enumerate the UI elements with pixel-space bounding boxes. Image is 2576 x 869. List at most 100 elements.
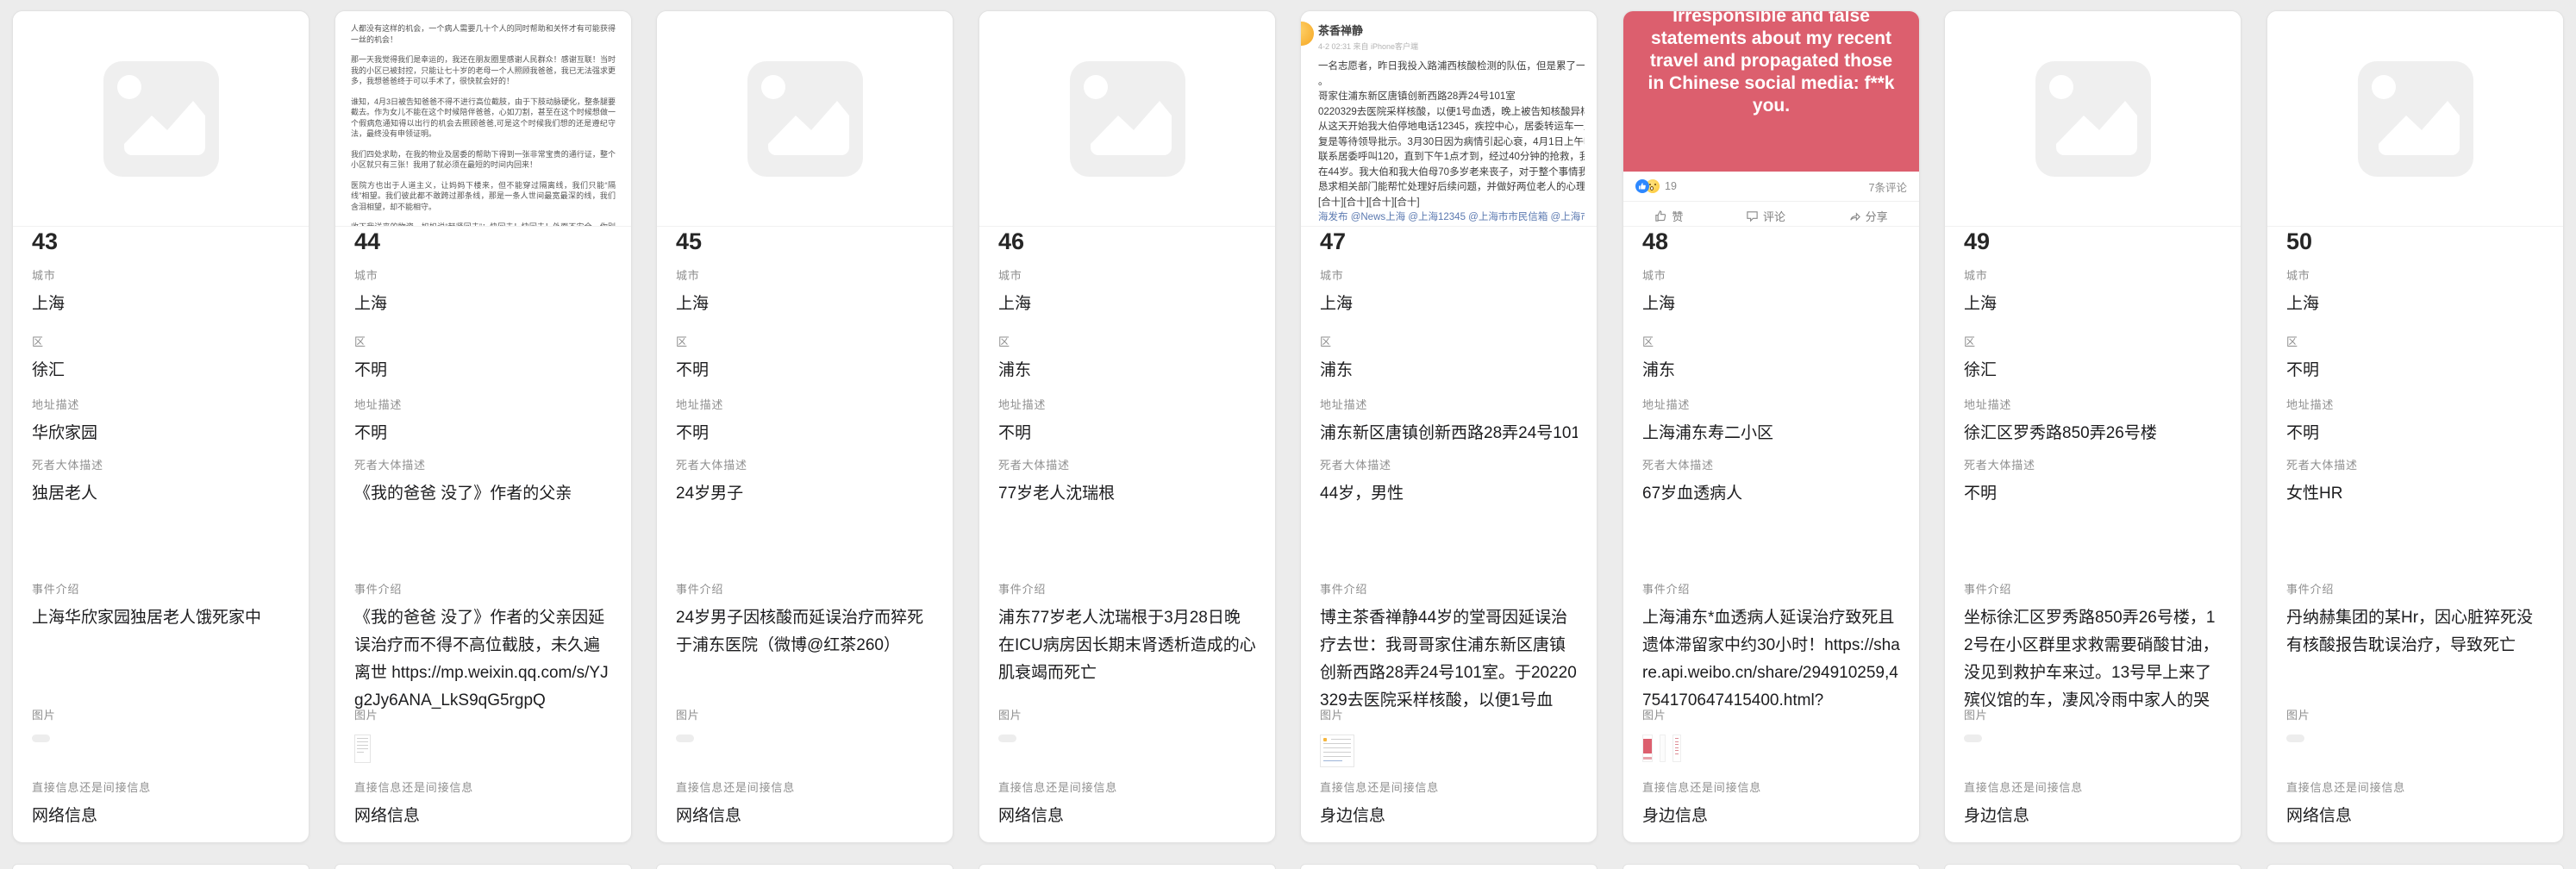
field-district-label: 区 [1320,333,1578,349]
image-attachment-thumbnail[interactable] [1660,735,1666,762]
image-attachment-thumbnail[interactable] [1320,735,1354,767]
field-district-label: 区 [676,333,934,349]
field-direct-label: 直接信息还是间接信息 [998,778,1256,795]
card-cover: 茶香禅静 4-2 02:31 来自 iPhone客户端 一名志愿者，昨日我投入路… [1301,11,1597,227]
weibo-username: 茶香禅静 [1318,22,1585,38]
image-attachment-thumbnail[interactable] [32,735,50,742]
card-cover [979,11,1275,227]
field-deceased-value: 《我的爸爸 没了》作者的父亲 [354,480,612,508]
field-deceased: 死者大体描述 不明 [1964,456,2222,508]
record-card[interactable]: 人都没有这样的机会，一个病人需要几十个人的同时帮助和关怀才有可能获得一丝的机会！… [335,10,632,843]
field-deceased-label: 死者大体描述 [676,456,934,472]
record-card[interactable]: 茶香禅静 4-2 02:31 来自 iPhone客户端 一名志愿者，昨日我投入路… [1300,10,1597,843]
field-city-label: 城市 [1320,266,1578,283]
field-city-value: 上海 [1642,291,1900,318]
field-direct-label: 直接信息还是间接信息 [354,778,612,795]
field-image-label: 图片 [354,706,612,722]
field-event: 事件介绍 丹纳赫集团的某Hr，因心脏猝死没有核酸报告耽误治疗，导致死亡 [2286,580,2544,660]
card-cover: Irresponsible and false statements about… [1623,11,1919,227]
field-event-label: 事件介绍 [32,580,290,597]
record-number: 48 [1642,228,1668,255]
field-address-value: 徐汇区罗秀路850弄26号楼 [1964,420,2222,447]
field-city-label: 城市 [2286,266,2544,283]
field-direct-label: 直接信息还是间接信息 [1320,778,1578,795]
field-city: 城市 上海 [32,266,290,318]
article-paragraph: 我们四处求助，在我的物业及居委的帮助下得到一张非常宝贵的通行证，整个小区就只有三… [351,149,616,171]
comment-count: 7条评论 [1869,178,1907,195]
field-deceased-label: 死者大体描述 [998,456,1256,472]
field-image-label: 图片 [1320,706,1578,722]
article-paragraph: 那一天我觉得我们是幸运的，我还在朋友圈里感谢人民群众！感谢互联！当时我的小区已被… [351,54,616,87]
image-attachment-thumbnail[interactable] [1673,735,1681,762]
field-address-label: 地址描述 [676,396,934,412]
field-address-value: 不明 [354,420,612,447]
record-card[interactable]: Irresponsible and false statements about… [1623,10,1920,843]
field-image: 图片 [998,706,1256,742]
record-card[interactable]: 46 城市 上海 区 浦东 地址描述 不明 死者大体描述 77岁老人沈瑞根 事件… [979,10,1276,843]
image-attachment-thumbnail[interactable] [1642,735,1653,762]
record-number: 47 [1320,228,1346,255]
field-district-label: 区 [2286,333,2544,349]
field-city-value: 上海 [354,291,612,318]
image-attachment-thumbnail[interactable] [2286,735,2304,742]
weibo-text-line: 。 [1318,75,1585,91]
field-deceased-value: 女性HR [2286,480,2544,508]
field-address-value: 不明 [2286,420,2544,447]
field-district: 区 不明 [676,333,934,384]
field-direct-or-indirect: 直接信息还是间接信息 网络信息 [2286,778,2544,830]
record-card[interactable]: 50 城市 上海 区 不明 地址描述 不明 死者大体描述 女性HR 事件介绍 丹… [2267,10,2564,843]
card-cover [13,11,309,227]
field-direct-or-indirect: 直接信息还是间接信息 网络信息 [32,778,290,830]
field-direct-or-indirect: 直接信息还是间接信息 网络信息 [676,778,934,830]
field-city-value: 上海 [676,291,934,318]
field-image-label: 图片 [1964,706,2222,722]
reaction-count: 19 [1665,180,1677,192]
weibo-timestamp: 4-2 02:31 来自 iPhone客户端 [1318,41,1585,52]
post-action-bar: 赞 评论 分享 [1623,201,1919,227]
field-deceased-label: 死者大体描述 [2286,456,2544,472]
field-deceased-label: 死者大体描述 [32,456,290,472]
record-number: 43 [32,228,58,255]
field-district-label: 区 [354,333,612,349]
image-placeholder-icon [1945,11,2241,226]
field-deceased-value: 不明 [1964,480,2222,508]
field-city-value: 上海 [32,291,290,318]
record-card[interactable]: 45 城市 上海 区 不明 地址描述 不明 死者大体描述 24岁男子 事件介绍 … [656,10,953,843]
image-attachment-thumbnail[interactable] [1964,735,1982,742]
red-post-screenshot: Irresponsible and false statements about… [1623,11,1919,172]
field-deceased-value: 77岁老人沈瑞根 [998,480,1256,508]
field-address-label: 地址描述 [32,396,290,412]
record-card[interactable]: 43 城市 上海 区 徐汇 地址描述 华欣家园 死者大体描述 独居老人 事件介绍… [12,10,309,843]
field-address-label: 地址描述 [1642,396,1900,412]
field-direct-value: 身边信息 [1642,803,1900,830]
field-deceased: 死者大体描述 独居老人 [32,456,290,508]
field-city-label: 城市 [998,266,1256,283]
record-card[interactable]: 49 城市 上海 区 徐汇 地址描述 徐汇区罗秀路850弄26号楼 死者大体描述… [1944,10,2241,843]
field-direct-value: 网络信息 [676,803,934,830]
image-attachment-thumbnail[interactable] [998,735,1016,742]
next-row-card-top [2267,864,2564,869]
field-district-value: 徐汇 [1964,357,2222,384]
image-attachment-thumbnail[interactable] [676,735,694,742]
field-direct-value: 网络信息 [998,803,1256,830]
field-city: 城市 上海 [1642,266,1900,318]
next-row-card-top [12,864,309,869]
weibo-text-line: 0220329去医院采样核酸，以便1号血透，晚上被告知核酸异样，等待转移 [1318,105,1585,121]
image-placeholder-icon [13,11,309,226]
field-district-label: 区 [32,333,290,349]
field-direct-value: 网络信息 [354,803,612,830]
field-direct-label: 直接信息还是间接信息 [2286,778,2544,795]
field-direct-value: 身边信息 [1320,803,1578,830]
field-address-value: 华欣家园 [32,420,290,447]
image-attachment-thumbnails[interactable] [1642,735,1681,762]
field-district: 区 不明 [2286,333,2544,384]
weibo-text-line: [合十][合十][合十][合十] [1318,196,1585,211]
field-image-label: 图片 [32,706,290,722]
field-event-label: 事件介绍 [1964,580,2222,597]
field-deceased-label: 死者大体描述 [1642,456,1900,472]
field-direct-label: 直接信息还是间接信息 [676,778,934,795]
card-cover [2267,11,2563,227]
image-attachment-thumbnail[interactable] [354,735,371,763]
field-event-value: 上海华欣家园独居老人饿死家中 [32,604,290,632]
field-city-label: 城市 [676,266,934,283]
